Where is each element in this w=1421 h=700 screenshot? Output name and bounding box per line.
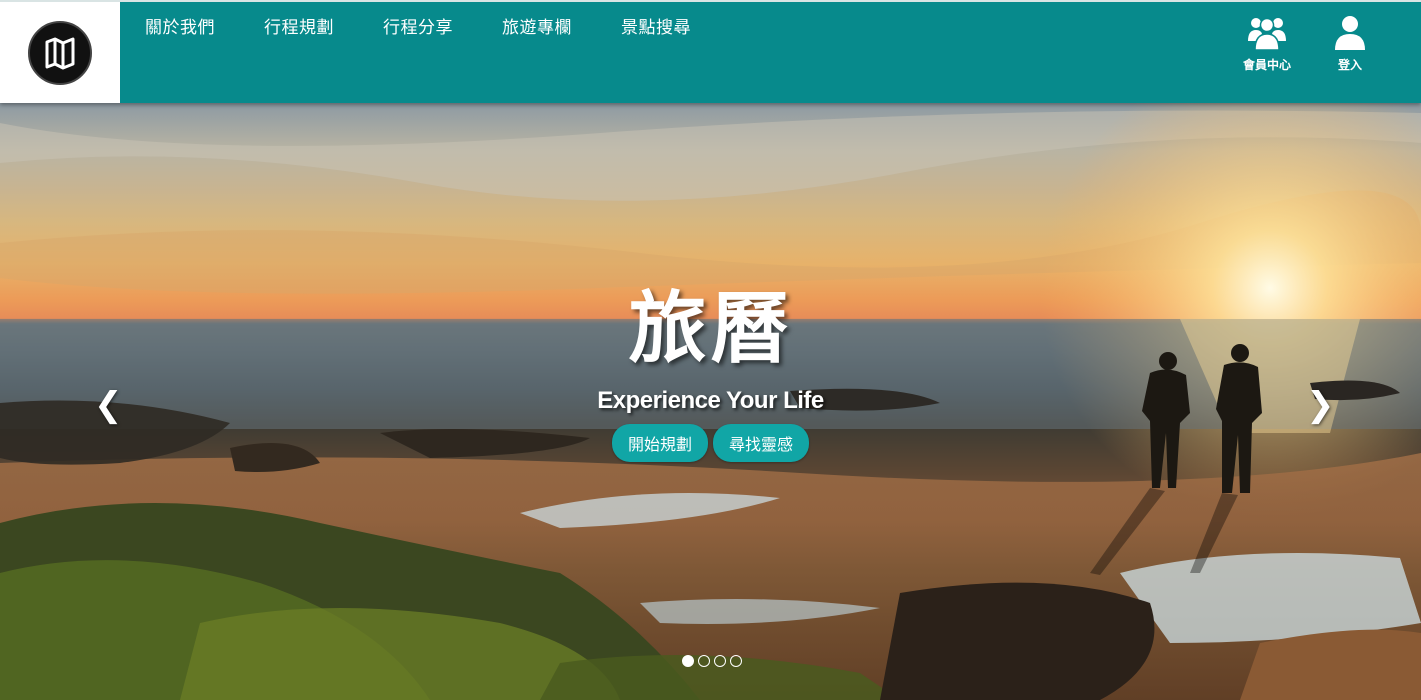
nav-attraction-search[interactable]: 景點搜尋	[621, 16, 691, 40]
carousel-indicator-2[interactable]	[698, 655, 710, 667]
logo[interactable]	[0, 2, 120, 103]
nav-trip-planning[interactable]: 行程規劃	[264, 16, 334, 40]
start-planning-button[interactable]: 開始規劃	[611, 424, 708, 462]
carousel-indicator-3[interactable]	[714, 655, 726, 667]
nav-about[interactable]: 關於我們	[145, 16, 215, 40]
main-nav: 關於我們 行程規劃 行程分享 旅遊專欄 景點搜尋	[145, 16, 740, 40]
folded-map-icon	[28, 20, 92, 85]
hero-cta-group: 開始規劃 尋找靈感	[0, 424, 1421, 462]
hero-carousel: ❮ ❯ 旅曆 Experience Your Life 開始規劃 尋找靈感	[0, 103, 1421, 700]
nav-travel-column[interactable]: 旅遊專欄	[502, 16, 572, 40]
member-center-label: 會員中心	[1242, 58, 1291, 72]
carousel-indicator-4[interactable]	[730, 655, 742, 667]
user-icon	[1334, 14, 1366, 54]
carousel-indicator-1[interactable]	[682, 655, 694, 667]
users-group-icon	[1247, 14, 1287, 54]
find-inspiration-button[interactable]: 尋找靈感	[713, 424, 810, 462]
hero-title: 旅曆	[628, 283, 793, 374]
carousel-indicators	[682, 655, 742, 667]
nav-trip-sharing[interactable]: 行程分享	[383, 16, 453, 40]
top-navbar: 關於我們 行程規劃 行程分享 旅遊專欄 景點搜尋 會員中心 登入	[0, 0, 1421, 103]
login-label: 登入	[1337, 58, 1362, 72]
hero-subtitle: Experience Your Life	[597, 387, 824, 414]
member-center-button[interactable]: 會員中心	[1240, 14, 1294, 73]
login-button[interactable]: 登入	[1335, 14, 1365, 73]
